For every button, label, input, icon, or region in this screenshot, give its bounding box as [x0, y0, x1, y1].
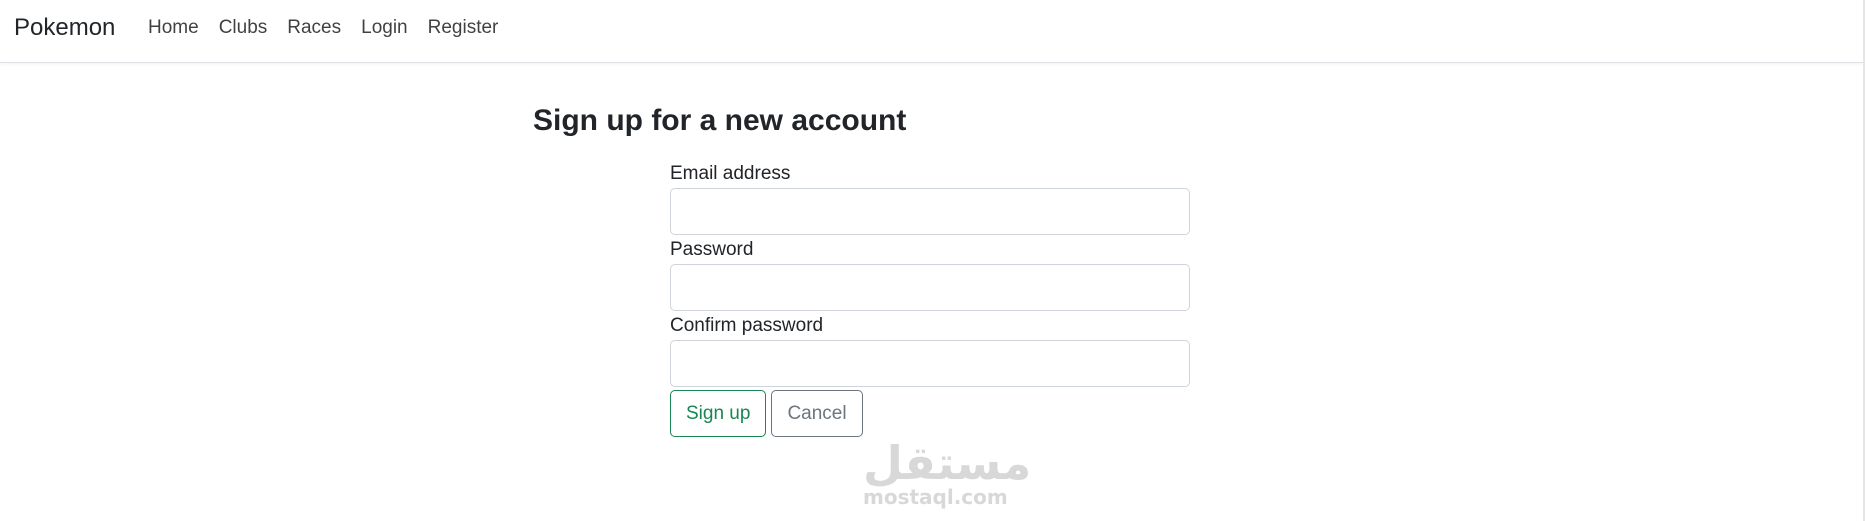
email-label: Email address: [670, 163, 791, 184]
nav-links: Home Clubs Races Login Register: [148, 16, 508, 40]
nav-link-home[interactable]: Home: [148, 16, 209, 40]
nav-link-races[interactable]: Races: [277, 16, 351, 40]
brand-link[interactable]: Pokemon: [14, 14, 115, 42]
signup-form: Email address Password Confirm password …: [670, 162, 1190, 437]
watermark-latin-text: mostaql.com: [863, 485, 1008, 509]
confirm-password-label: Confirm password: [670, 315, 824, 336]
nav-link-register[interactable]: Register: [418, 16, 509, 40]
cancel-button[interactable]: Cancel: [771, 390, 863, 437]
watermark-arabic-text: مستقل: [863, 436, 1032, 490]
email-field[interactable]: [670, 188, 1190, 235]
form-actions: Sign up Cancel: [670, 390, 1190, 437]
confirm-password-field[interactable]: [670, 340, 1190, 387]
password-label: Password: [670, 239, 754, 260]
nav-link-clubs[interactable]: Clubs: [209, 16, 278, 40]
password-field[interactable]: [670, 264, 1190, 311]
top-navbar: Pokemon Home Clubs Races Login Register: [0, 0, 1863, 63]
sign-up-button[interactable]: Sign up: [670, 390, 767, 437]
page-title: Sign up for a new account: [533, 104, 907, 137]
watermark-logo: مستقل mostaql.com: [863, 436, 1032, 509]
nav-link-login[interactable]: Login: [351, 16, 418, 40]
